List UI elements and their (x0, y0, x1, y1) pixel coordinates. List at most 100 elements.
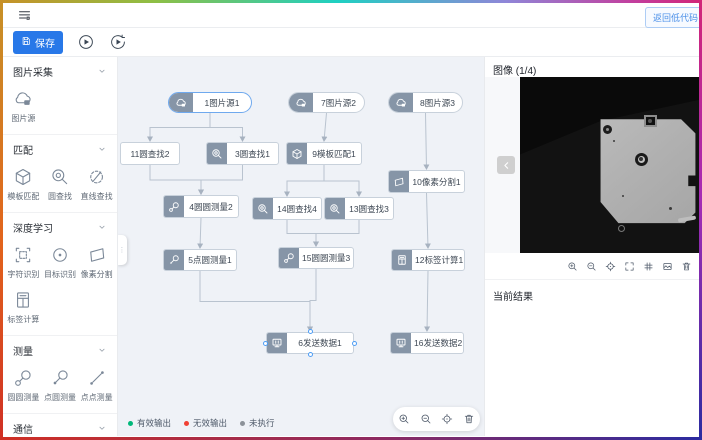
flow-node-9模板匹配1[interactable]: 9模板匹配1 (286, 142, 362, 165)
tool-item-label: 直线查找 (81, 191, 113, 202)
zoom-out-icon[interactable] (586, 261, 597, 272)
tool-item-图片源[interactable]: 图片源 (5, 89, 42, 124)
back-to-lowcode-button[interactable]: 返回低代码 (645, 7, 699, 28)
run-loop-button[interactable] (108, 33, 127, 52)
tool-item-直线查找[interactable]: 直线查找 (78, 167, 115, 202)
zoom-out-icon[interactable] (420, 413, 432, 425)
locate-icon[interactable] (441, 413, 453, 425)
flow-node-13圆查找3[interactable]: 13圆查找3 (324, 197, 394, 220)
label-calc-icon (392, 250, 412, 270)
top-header: 返回低代码 (3, 3, 699, 28)
connection-handle[interactable] (352, 341, 357, 346)
cloud-image-icon (13, 89, 33, 109)
sidebar-section-header[interactable]: 通信 (3, 418, 117, 436)
legend-label: 无效输出 (193, 417, 227, 429)
locate-icon[interactable] (605, 261, 616, 272)
node-label: 16发送数据2 (411, 333, 465, 353)
legend-dot (240, 421, 245, 426)
tool-item-字符识别[interactable]: 字符识别 (5, 245, 42, 280)
node-label: 8图片源3 (413, 93, 462, 112)
tool-item-圆圆测量[interactable]: 圆圆测量 (5, 368, 42, 403)
flow-node-16发送数据2[interactable]: 16发送数据2 (390, 332, 464, 354)
hamburger-menu-icon[interactable] (17, 8, 32, 23)
toolbar: 保存 (3, 28, 699, 57)
tool-item-目标识别[interactable]: 目标识别 (42, 245, 79, 280)
sidebar-section-header[interactable]: 深度学习 (3, 217, 117, 237)
legend-item: 无效输出 (184, 417, 227, 429)
trash-icon[interactable] (681, 261, 692, 272)
vision-flow-app: 返回低代码 保存 图片采集图片源匹配模板匹配圆查找直线查找深度学习字符识别目标识… (3, 3, 699, 437)
run-button[interactable] (76, 33, 95, 52)
sidebar-section: 深度学习字符识别目标识别像素分割标签计算 (3, 213, 117, 336)
label-calc-icon (13, 290, 33, 310)
fullscreen-icon[interactable] (624, 261, 635, 272)
save-label: 保存 (35, 35, 55, 50)
ocr-icon (13, 245, 33, 265)
save-icon (21, 36, 31, 49)
sidebar-collapse-handle[interactable]: ⋮ (118, 235, 127, 265)
sidebar-section-header[interactable]: 测量 (3, 340, 117, 360)
previous-image-button[interactable] (497, 156, 515, 174)
sidebar-section-header[interactable]: 图片采集 (3, 61, 117, 81)
connection-handle[interactable] (308, 352, 313, 357)
tool-item-label: 点点测量 (81, 392, 113, 403)
connection-handle[interactable] (308, 329, 313, 334)
flow-node-15圆圆测量3[interactable]: 15圆圆测量3 (278, 247, 354, 269)
node-label: 3圆查找1 (227, 143, 278, 164)
trash-icon[interactable] (463, 413, 475, 425)
target-icon (50, 245, 70, 265)
zoom-in-icon[interactable] (567, 261, 578, 272)
grid-icon[interactable] (643, 261, 654, 272)
chevron-down-icon (97, 345, 107, 355)
node-label: 13圆查找3 (345, 198, 393, 219)
flow-node-5点圆测量1[interactable]: 5点圆测量1 (163, 249, 237, 271)
main-body: 图片采集图片源匹配模板匹配圆查找直线查找深度学习字符识别目标识别像素分割标签计算… (3, 57, 699, 436)
point-point-measure-icon (87, 368, 107, 388)
right-panel: 图像 (1/4) (484, 57, 699, 436)
zoom-in-icon[interactable] (398, 413, 410, 425)
sidebar-section-header[interactable]: 匹配 (3, 139, 117, 159)
flow-canvas[interactable]: 1图片源1 7图片源2 8图片源3 11圆查找2 3圆查找1 9模板匹配1 10像素分割1 4… (118, 57, 484, 436)
node-label: 12标签计算1 (412, 250, 466, 270)
flow-node-8图片源3[interactable]: 8图片源3 (388, 92, 463, 113)
tool-item-圆查找[interactable]: 圆查找 (42, 167, 79, 202)
flow-node-1图片源1[interactable]: 1图片源1 (168, 92, 252, 113)
sidebar-section: 匹配模板匹配圆查找直线查找 (3, 135, 117, 213)
circle-measure-icon (13, 368, 33, 388)
circle-find-icon (253, 198, 273, 219)
image-toolbar (485, 253, 699, 279)
tool-item-label: 目标识别 (44, 269, 76, 280)
flow-node-7图片源2[interactable]: 7图片源2 (288, 92, 365, 113)
node-label: 9模板匹配1 (307, 143, 361, 164)
node-label: 1图片源1 (193, 93, 251, 112)
node-label: 14圆查找4 (273, 198, 321, 219)
tool-item-点点测量[interactable]: 点点测量 (78, 368, 115, 403)
image-preview-row (485, 77, 699, 253)
cloud-image-icon (289, 93, 313, 112)
section-title: 图片采集 (13, 64, 53, 79)
send-data-icon (267, 333, 287, 353)
flow-node-3圆查找1[interactable]: 3圆查找1 (206, 142, 279, 165)
chevron-down-icon (97, 222, 107, 232)
tool-item-点圆测量[interactable]: 点圆测量 (42, 368, 79, 403)
tool-item-标签计算[interactable]: 标签计算 (5, 290, 42, 325)
flow-node-10像素分割1[interactable]: 10像素分割1 (388, 170, 465, 193)
tool-item-模板匹配[interactable]: 模板匹配 (5, 167, 42, 202)
tool-item-像素分割[interactable]: 像素分割 (78, 245, 115, 280)
flow-node-6发送数据1[interactable]: 6发送数据1 (266, 332, 354, 354)
flow-node-4圆圆测量2[interactable]: 4圆圆测量2 (163, 195, 239, 218)
flow-node-14圆查找4[interactable]: 14圆查找4 (252, 197, 322, 220)
circle-find-icon (207, 143, 227, 164)
connection-handle[interactable] (263, 341, 268, 346)
image-icon[interactable] (662, 261, 673, 272)
save-button[interactable]: 保存 (13, 31, 63, 54)
tool-item-label: 标签计算 (7, 314, 39, 325)
section-title: 深度学习 (13, 220, 53, 235)
line-find-icon (87, 167, 107, 187)
legend-dot (128, 421, 133, 426)
cloud-image-icon (169, 93, 193, 112)
flow-node-11圆查找2[interactable]: 11圆查找2 (120, 142, 180, 165)
flow-node-12标签计算1[interactable]: 12标签计算1 (391, 249, 465, 271)
tool-item-label: 图片源 (11, 113, 35, 124)
circle-find-icon (325, 198, 345, 219)
